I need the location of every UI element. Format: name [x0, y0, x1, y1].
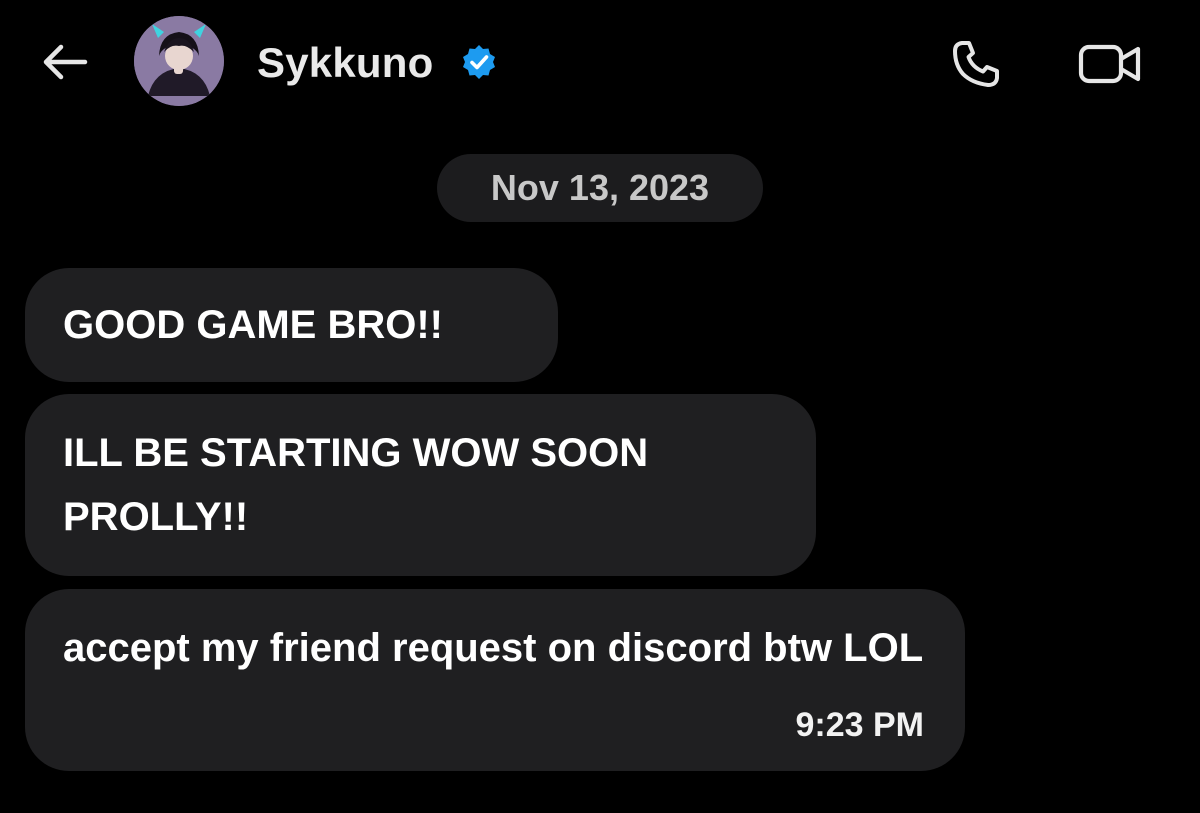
chat-header: Sykkuno: [0, 0, 1200, 130]
message-timestamp: 9:23 PM: [795, 706, 925, 744]
voice-call-button[interactable]: [944, 32, 1008, 96]
back-button[interactable]: [36, 34, 92, 90]
message-text: GOOD GAME BRO!!: [63, 303, 443, 347]
contact-name[interactable]: Sykkuno: [257, 38, 433, 88]
video-camera-icon: [1078, 44, 1141, 84]
video-call-button[interactable]: [1074, 32, 1146, 96]
message-bubble[interactable]: ILL BE STARTING WOW SOON PROLLY!!: [25, 394, 816, 576]
message-bubble[interactable]: accept my friend request on discord btw …: [25, 589, 965, 771]
contact-avatar[interactable]: [134, 16, 224, 106]
message-text: accept my friend request on discord btw …: [63, 626, 924, 670]
phone-icon: [953, 41, 999, 87]
verified-badge-icon: [463, 45, 495, 79]
date-separator: Nov 13, 2023: [437, 154, 763, 222]
message-bubble[interactable]: GOOD GAME BRO!!: [25, 268, 558, 382]
message-text: ILL BE STARTING WOW SOON PROLLY!!: [63, 431, 649, 539]
avatar-image: [134, 16, 224, 106]
arrow-left-icon: [43, 44, 88, 80]
